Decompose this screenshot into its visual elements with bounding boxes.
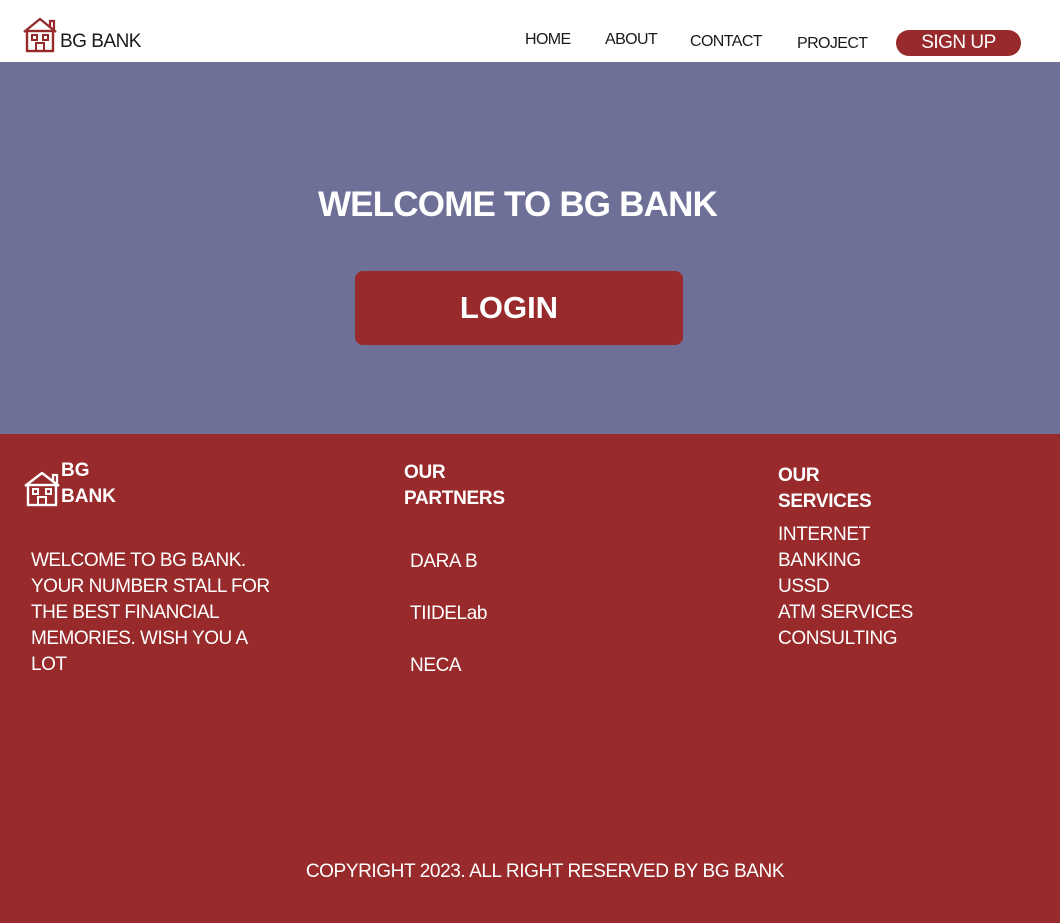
copyright-text: COPYRIGHT 2023. ALL RIGHT RESERVED BY BG… [305,861,785,882]
services-heading: OUR SERVICES [778,463,872,515]
partners-heading-line1: OUR [404,462,446,483]
nav-home[interactable]: HOME [525,31,571,49]
partners-heading-line2: PARTNERS [404,488,505,509]
nav-project[interactable]: PROJECT [797,35,868,53]
services-list: INTERNET BANKING USSD ATM SERVICES CONSU… [778,522,913,652]
partner-neca[interactable]: NECA [410,655,462,677]
signup-button[interactable]: SIGN UP [896,30,1021,56]
house-icon [24,471,60,507]
partners-heading: OUR PARTNERS [404,460,505,512]
service-atm[interactable]: ATM SERVICES [778,600,913,626]
services-heading-line2: SERVICES [778,491,872,512]
navbar: BG BANK HOME ABOUT CONTACT PROJECT SIGN … [0,0,1060,62]
login-button[interactable]: LOGIN [355,271,683,345]
nav-about[interactable]: ABOUT [605,31,658,49]
partner-dara-b[interactable]: DARA B [410,551,478,573]
house-icon[interactable] [21,16,59,53]
footer-brand-line2: BANK [61,486,116,507]
service-internet-banking[interactable]: INTERNET BANKING [778,522,888,574]
hero-section: WELCOME TO BG BANK LOGIN [0,62,1060,434]
hero-title: WELCOME TO BG BANK [317,185,718,224]
footer: BG BANK WELCOME TO BG BANK. YOUR NUMBER … [0,434,1060,923]
service-consulting[interactable]: CONSULTING [778,626,913,652]
service-ussd[interactable]: USSD [778,574,913,600]
brand-name[interactable]: BG BANK [60,31,141,53]
footer-brand: BG BANK [61,458,131,510]
footer-about-text: WELCOME TO BG BANK. YOUR NUMBER STALL FO… [31,550,270,675]
services-heading-line1: OUR [778,465,820,486]
nav-contact[interactable]: CONTACT [690,33,763,51]
footer-brand-line1: BG [61,460,90,481]
partner-tiidelab[interactable]: TIIDELab [410,603,487,625]
